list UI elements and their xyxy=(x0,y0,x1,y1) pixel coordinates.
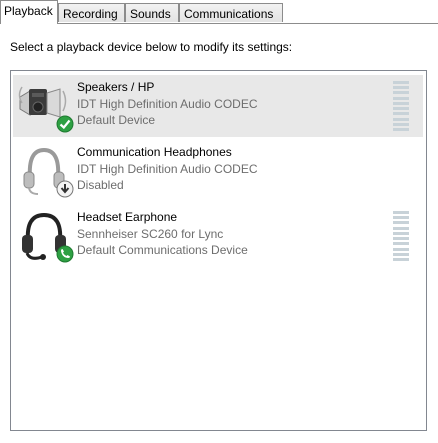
volume-meter xyxy=(393,211,409,261)
device-row-speakers[interactable]: Speakers / HP IDT High Definition Audio … xyxy=(13,75,423,137)
default-device-check-icon xyxy=(56,115,74,133)
tab-playback[interactable]: Playback xyxy=(0,0,58,24)
device-name: Communication Headphones xyxy=(77,145,232,159)
instruction-text: Select a playback device below to modify… xyxy=(10,40,293,54)
device-status: Disabled xyxy=(77,178,124,192)
device-name: Headset Earphone xyxy=(77,210,178,224)
device-status: Default Communications Device xyxy=(77,243,248,257)
device-driver: Sennheiser SC260 for Lync xyxy=(77,226,224,241)
device-status: Default Device xyxy=(77,113,156,127)
tab-sounds[interactable]: Sounds xyxy=(125,3,179,22)
tab-recording[interactable]: Recording xyxy=(58,3,125,22)
device-name: Speakers / HP xyxy=(77,80,155,94)
device-row-communication-headphones[interactable]: Communication Headphones IDT High Defini… xyxy=(13,140,423,202)
tab-strip: Playback Recording Sounds Communications xyxy=(0,0,438,24)
device-row-headset-earphone[interactable]: Headset Earphone Sennheiser SC260 for Ly… xyxy=(13,205,423,267)
disabled-arrow-icon xyxy=(56,180,74,198)
device-driver: IDT High Definition Audio CODEC xyxy=(77,96,258,111)
phone-badge-icon xyxy=(56,245,74,263)
playback-device-list[interactable]: Speakers / HP IDT High Definition Audio … xyxy=(10,70,427,431)
tab-communications[interactable]: Communications xyxy=(179,3,283,22)
tab-divider xyxy=(0,23,438,24)
volume-meter xyxy=(393,81,409,131)
device-driver: IDT High Definition Audio CODEC xyxy=(77,161,258,176)
